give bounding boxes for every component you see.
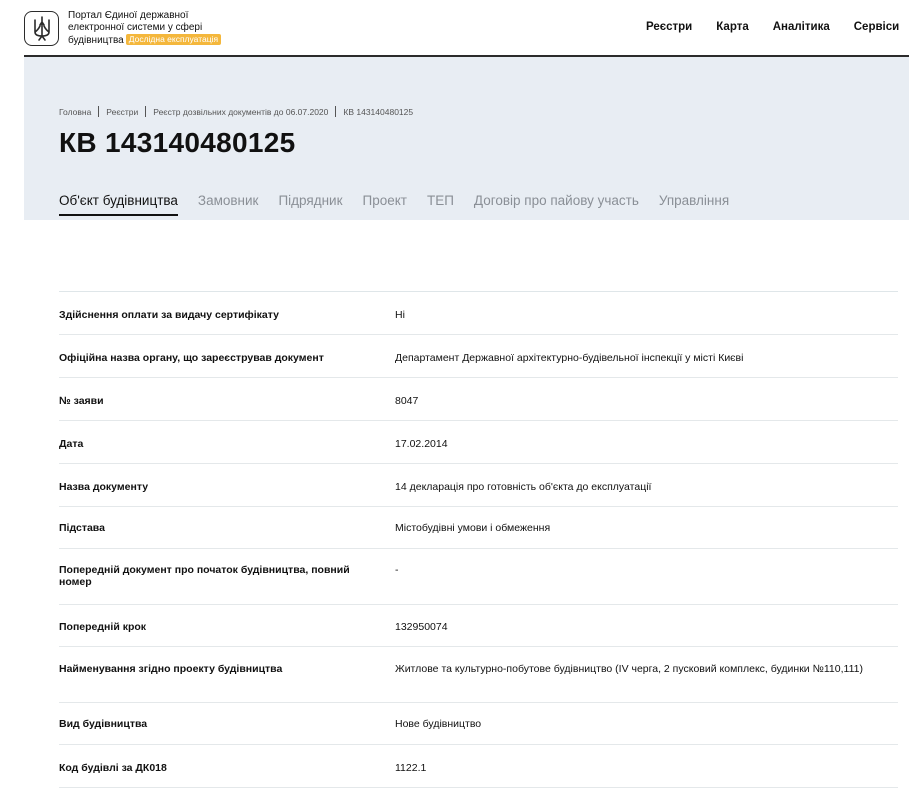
site-header: Портал Єдиної державної електронної сист… <box>24 0 909 57</box>
row-value: 1122.1 <box>395 762 427 774</box>
brand-line-2: електронної системи у сфері <box>68 22 203 33</box>
row-label: Найменування згідно проекту будівництва <box>59 663 283 675</box>
row-label: Підстава <box>59 522 105 534</box>
tab-management[interactable]: Управління <box>659 193 729 216</box>
table-row: Найменування згідно проекту будівництва … <box>59 647 898 703</box>
tab-project[interactable]: Проект <box>362 193 406 216</box>
table-row: Код будівлі за ДК018 1122.1 <box>59 745 898 788</box>
row-value: Нове будівництво <box>395 718 482 730</box>
row-label: Офіційна назва органу, що зареєстрував д… <box>59 352 324 364</box>
main-nav: Реєстри Карта Аналітика Сервіси <box>646 21 899 33</box>
trident-icon[interactable] <box>24 11 59 46</box>
table-row: Офіційна назва органу, що зареєстрував д… <box>59 335 898 378</box>
table-row: Попередній документ про початок будівниц… <box>59 549 898 605</box>
table-row: Здійснення оплати за видачу сертифікату … <box>59 292 898 335</box>
row-value: Житлове та культурно-побутове будівництв… <box>395 663 863 675</box>
row-label: № заяви <box>59 395 104 407</box>
tab-customer[interactable]: Замовник <box>198 193 259 216</box>
row-label: Попередній крок <box>59 621 147 633</box>
row-value: Ні <box>395 309 405 321</box>
row-label: Дата <box>59 438 84 450</box>
breadcrumb-registries[interactable]: Реєстри <box>106 107 138 117</box>
row-value: Департамент Державної архітектурно-будів… <box>395 352 744 364</box>
brand-line-1: Портал Єдиної державної <box>68 10 189 21</box>
row-label: Попередній документ про початок будівниц… <box>59 564 350 588</box>
page-hero: Головна Реєстри Реєстр дозвільних докуме… <box>0 57 909 220</box>
row-value: 14 декларація про готовність об'єкта до … <box>395 481 652 493</box>
tab-construction-object[interactable]: Об'єкт будівництва <box>59 193 178 216</box>
row-value: 132950074 <box>395 621 448 633</box>
tab-equity-agreement[interactable]: Договір про пайову участь <box>474 193 639 216</box>
trial-badge: Дослідна експлуатація <box>125 34 222 45</box>
nav-registries[interactable]: Реєстри <box>646 21 692 33</box>
details-table: Здійснення оплати за видачу сертифікату … <box>59 291 898 788</box>
row-value: 17.02.2014 <box>395 438 448 450</box>
table-row: № заяви 8047 <box>59 378 898 421</box>
page-title: КВ 143140480125 <box>59 127 296 158</box>
table-row: Підстава Містобудівні умови і обмеження <box>59 507 898 549</box>
table-row: Вид будівництва Нове будівництво <box>59 703 898 745</box>
breadcrumb-divider <box>335 106 337 117</box>
row-label: Здійснення оплати за видачу сертифікату <box>59 309 279 321</box>
nav-services[interactable]: Сервіси <box>854 21 899 33</box>
row-label: Назва документу <box>59 481 149 493</box>
row-value: Містобудівні умови і обмеження <box>395 522 551 534</box>
breadcrumb-registry[interactable]: Реєстр дозвільних документів до 06.07.20… <box>153 107 328 117</box>
nav-map[interactable]: Карта <box>716 21 748 33</box>
tab-bar: Об'єкт будівництва Замовник Підрядник Пр… <box>59 193 749 216</box>
row-label: Код будівлі за ДК018 <box>59 762 167 774</box>
breadcrumb: Головна Реєстри Реєстр дозвільних докуме… <box>59 106 413 117</box>
row-value: - <box>395 564 399 576</box>
portal-brand[interactable]: Портал Єдиної державної електронної сист… <box>68 10 268 47</box>
breadcrumb-current: КВ 143140480125 <box>343 106 414 117</box>
table-row: Попередній крок 132950074 <box>59 605 898 647</box>
brand-line-3: будівництва <box>68 35 124 46</box>
table-row: Назва документу 14 декларація про готовн… <box>59 464 898 507</box>
breadcrumb-divider <box>98 106 100 117</box>
tab-tep[interactable]: ТЕП <box>427 193 454 216</box>
breadcrumb-divider <box>145 106 147 117</box>
breadcrumb-home[interactable]: Головна <box>59 107 91 117</box>
row-value: 8047 <box>395 395 419 407</box>
tab-contractor[interactable]: Підрядник <box>278 193 342 216</box>
nav-analytics[interactable]: Аналітика <box>773 21 830 33</box>
row-label: Вид будівництва <box>59 718 148 730</box>
table-row: Дата 17.02.2014 <box>59 421 898 464</box>
